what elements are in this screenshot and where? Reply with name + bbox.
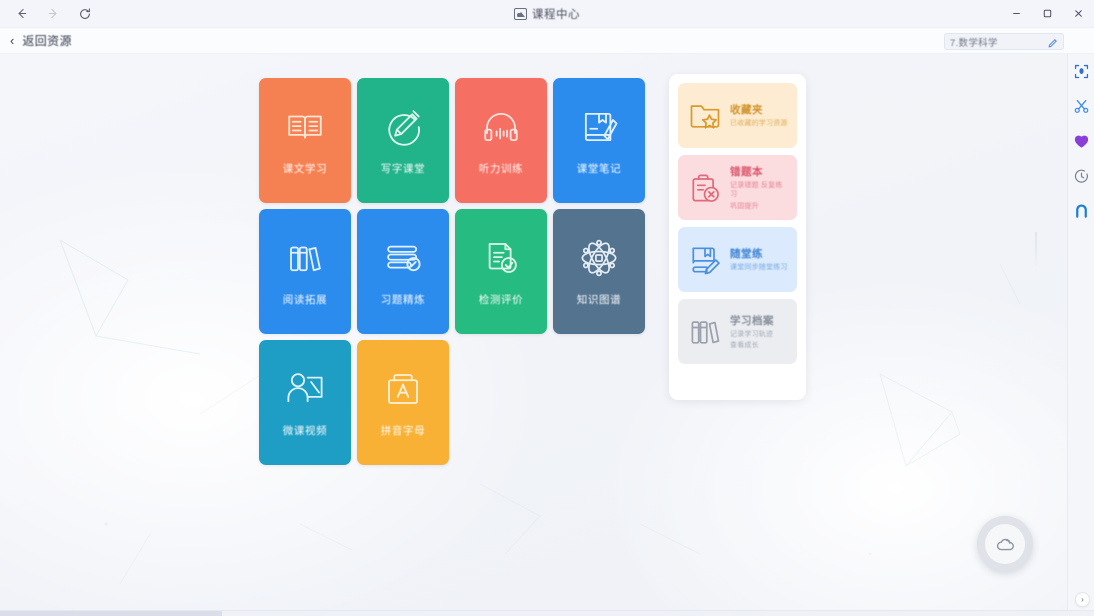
- app-window: 课程中心 ‹ 返回资源 7.数学科学 课文学习 写字课堂 听力训练 课堂笔记 阅…: [0, 0, 1094, 616]
- magnet-icon[interactable]: [1072, 202, 1091, 221]
- card-subtitle-2: 巩固提升: [730, 202, 759, 210]
- tile-reading-expansion[interactable]: 阅读拓展: [259, 209, 351, 334]
- card-subtitle: 课堂同步随堂练习: [730, 264, 788, 272]
- card-text: 学习档案 记录学习轨迹 查看成长: [730, 313, 774, 351]
- minimize-button[interactable]: [1001, 0, 1032, 28]
- tile-listening[interactable]: 听力训练: [455, 78, 547, 203]
- title-bar: 课程中心: [0, 0, 1094, 28]
- search-input[interactable]: 7.数学科学: [944, 33, 1064, 50]
- card-text: 错题本 记录错题 反复练习 巩固提升: [730, 164, 789, 211]
- card-favorites[interactable]: 收藏夹 已收藏的学习资源: [678, 83, 797, 148]
- card-mistake-book[interactable]: 错题本 记录错题 反复练习 巩固提升: [678, 155, 797, 220]
- card-subtitle: 记录学习轨迹: [730, 330, 774, 338]
- clipboard-x-icon: [686, 169, 724, 207]
- books-stack-icon: [283, 236, 327, 280]
- close-button[interactable]: [1063, 0, 1094, 28]
- atom-icon: [577, 236, 621, 280]
- heart-icon[interactable]: [1072, 132, 1091, 151]
- tile-open-book[interactable]: 课文学习: [259, 78, 351, 203]
- card-title: 收藏夹: [730, 104, 763, 117]
- open-book-icon: [283, 105, 327, 149]
- cloud-sync-button[interactable]: [977, 516, 1033, 572]
- tile-knowledge-graph[interactable]: 知识图谱: [553, 209, 645, 334]
- tile-assessment[interactable]: 检测评价: [455, 209, 547, 334]
- pencil-icon[interactable]: [1047, 36, 1058, 48]
- tile-label: 知识图谱: [576, 294, 622, 307]
- sub-header: ‹ 返回资源 7.数学科学: [0, 28, 1094, 54]
- presentation-icon: [514, 7, 527, 20]
- document-check-icon: [479, 236, 523, 280]
- tile-class-notes[interactable]: 课堂笔记: [553, 78, 645, 203]
- tile-label: 微课视频: [282, 425, 328, 438]
- scissors-icon[interactable]: [1072, 97, 1091, 116]
- tile-label: 课文学习: [282, 163, 328, 176]
- quick-access-panel: 收藏夹 已收藏的学习资源 错题本 记录错题 反复练习 巩固提升 随堂练 课堂同步…: [669, 74, 806, 400]
- tile-label: 阅读拓展: [282, 294, 328, 307]
- book-pen-icon: [577, 105, 621, 149]
- card-text: 收藏夹 已收藏的学习资源: [730, 102, 788, 128]
- expand-panel-button[interactable]: ›: [1075, 592, 1090, 607]
- forward-button[interactable]: [44, 5, 62, 23]
- tile-label: 拼音字母: [380, 425, 426, 438]
- maximize-button[interactable]: [1032, 0, 1063, 28]
- tile-label: 听力训练: [478, 163, 524, 176]
- tile-label: 习题精炼: [380, 294, 426, 307]
- fullscreen-icon[interactable]: [1072, 62, 1091, 81]
- window-title: 课程中心: [0, 6, 1094, 22]
- back-to-resources[interactable]: ‹ 返回资源: [0, 32, 72, 49]
- card-title: 错题本: [730, 165, 763, 178]
- card-title: 学习档案: [730, 314, 774, 327]
- tile-exercise-practice[interactable]: 习题精炼: [357, 209, 449, 334]
- pencil-circle-icon: [381, 105, 425, 149]
- cloud-icon: [985, 524, 1025, 564]
- navigation-controls: [0, 5, 94, 23]
- breadcrumb: 返回资源: [22, 34, 72, 48]
- tile-label: 课堂笔记: [576, 163, 622, 176]
- back-button[interactable]: [12, 5, 30, 23]
- course-tile-grid: 课文学习 写字课堂 听力训练 课堂笔记 阅读拓展 习题精炼 检测评价 知识图谱 …: [259, 78, 645, 465]
- refresh-button[interactable]: [76, 5, 94, 23]
- headphones-wave-icon: [479, 105, 523, 149]
- bottom-scrollbar[interactable]: [0, 610, 1094, 616]
- tile-micro-video[interactable]: 微课视频: [259, 340, 351, 465]
- expand-panel-label: ›: [1081, 595, 1084, 604]
- card-subtitle: 记录错题 反复练习: [730, 181, 783, 199]
- book-edit-icon: [686, 241, 724, 279]
- window-title-text: 课程中心: [532, 8, 580, 21]
- card-title: 随堂练: [730, 248, 763, 261]
- tile-pinyin-letters[interactable]: 拼音字母: [357, 340, 449, 465]
- window-controls: [1001, 0, 1094, 28]
- letter-a-icon: [381, 367, 425, 411]
- clock-icon[interactable]: [1072, 167, 1091, 186]
- card-subtitle: 已收藏的学习资源: [730, 120, 788, 128]
- card-text: 随堂练 课堂同步随堂练习: [730, 246, 788, 272]
- card-study-archive[interactable]: 学习档案 记录学习轨迹 查看成长: [678, 299, 797, 364]
- scrollbar-thumb[interactable]: [0, 611, 222, 616]
- tile-label: 检测评价: [478, 294, 524, 307]
- folder-star-icon: [686, 97, 724, 135]
- card-in-class-practice[interactable]: 随堂练 课堂同步随堂练习: [678, 227, 797, 292]
- main-canvas: 课文学习 写字课堂 听力训练 课堂笔记 阅读拓展 习题精炼 检测评价 知识图谱 …: [0, 54, 1067, 610]
- books-search-icon: [381, 236, 425, 280]
- right-toolbar: [1067, 54, 1094, 616]
- scroll-indicator: [1035, 232, 1037, 266]
- tile-label: 写字课堂: [380, 163, 426, 176]
- books-archive-icon: [686, 313, 724, 351]
- search-input-value: 7.数学科学: [950, 37, 998, 49]
- tile-writing-class[interactable]: 写字课堂: [357, 78, 449, 203]
- chevron-left-icon: ‹: [10, 33, 15, 48]
- teacher-board-icon: [283, 367, 327, 411]
- card-subtitle-2: 查看成长: [730, 342, 759, 349]
